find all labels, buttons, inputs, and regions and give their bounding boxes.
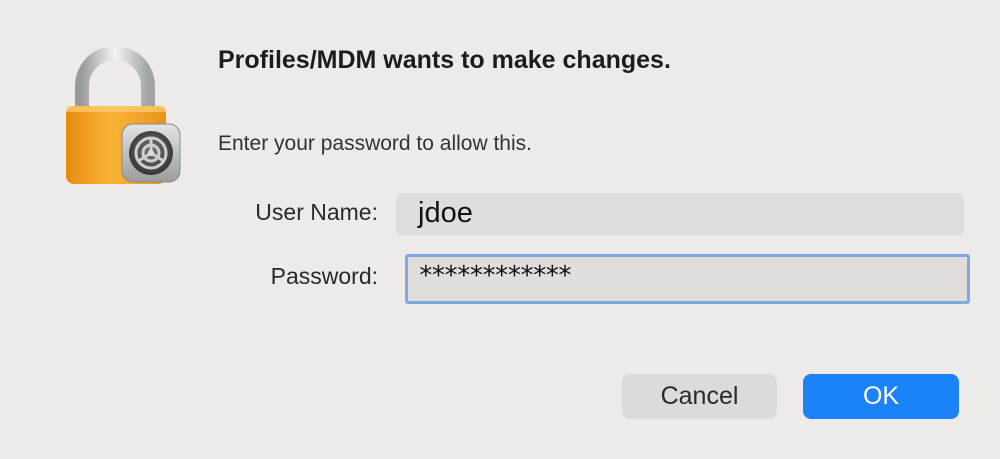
authentication-dialog: Profiles/MDM wants to make changes. Ente… [0,0,1000,459]
username-field[interactable]: jdoe [396,193,964,235]
password-field[interactable]: ************ [405,254,970,304]
ok-button[interactable]: OK [803,374,959,419]
lock-with-settings-gear-icon [66,48,181,184]
dialog-title: Profiles/MDM wants to make changes. [218,46,671,74]
password-label: Password: [270,263,378,289]
username-label: User Name: [255,199,378,225]
dialog-message: Enter your password to allow this. [218,132,532,155]
cancel-button[interactable]: Cancel [622,374,777,419]
